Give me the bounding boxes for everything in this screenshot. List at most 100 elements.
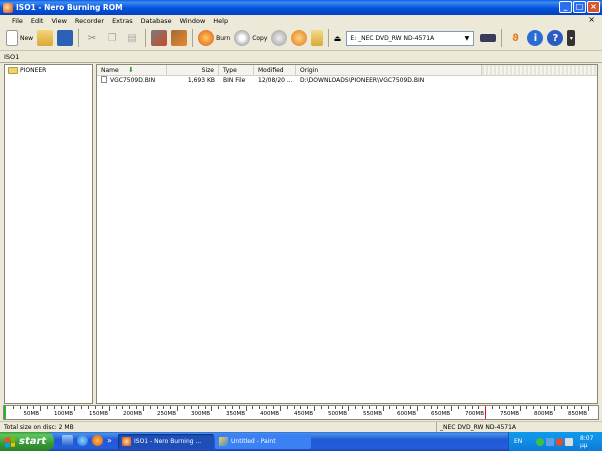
quick-launch-chevron[interactable]: » (107, 436, 112, 445)
nero-task-icon (122, 437, 131, 446)
drive-icon: ⏏ (333, 33, 342, 43)
menu-window[interactable]: Window (176, 17, 210, 25)
capacity-minor-tick (561, 406, 562, 409)
table-row[interactable]: VGC7509D.BIN 1,693 KB BIN File 12/08/20 … (97, 76, 597, 86)
nero-logo-icon: ϑ (512, 32, 519, 44)
cut-button[interactable]: ✂ (82, 28, 102, 48)
nero-wizard-button[interactable]: ϑ (505, 28, 525, 48)
recorder-dropdown[interactable]: E: _NEC DVD_RW ND-4571A ▼ (346, 30, 475, 46)
compilation-tab[interactable]: ISO1 (0, 52, 602, 63)
help-button[interactable]: ? (545, 28, 565, 48)
chevron-down-icon[interactable]: ▼ (461, 33, 472, 44)
capacity-minor-tick (431, 406, 432, 409)
column-header-size[interactable]: Size (167, 65, 219, 75)
column-header-type[interactable]: Type (219, 65, 254, 75)
eject-button[interactable] (289, 28, 309, 48)
menu-view[interactable]: View (47, 17, 70, 25)
column-header-name-label: Name (101, 67, 119, 74)
monitor-icon[interactable] (545, 437, 554, 446)
menu-edit[interactable]: Edit (27, 17, 48, 25)
document-close-button[interactable]: × (588, 15, 595, 24)
capacity-minor-tick (458, 406, 459, 409)
capacity-minor-tick (342, 406, 343, 409)
menu-extras[interactable]: Extras (108, 17, 137, 25)
capacity-tick-label: 700MB (464, 411, 484, 417)
capacity-tick (143, 406, 144, 411)
language-indicator[interactable]: EN (514, 438, 522, 445)
capacity-minor-tick (68, 406, 69, 409)
show-desktop-icon[interactable] (62, 435, 73, 446)
capacity-minor-tick (547, 406, 548, 409)
capacity-minor-tick (526, 406, 527, 409)
save-button[interactable] (55, 28, 75, 48)
menu-database[interactable]: Database (137, 17, 176, 25)
erase-button[interactable] (309, 28, 325, 48)
cut-icon: ✂ (87, 32, 97, 44)
taskbar-item-paint[interactable]: Untitled - Paint (215, 434, 311, 449)
internet-explorer-icon[interactable] (77, 435, 88, 446)
burn-icon (198, 30, 215, 46)
column-header-modified[interactable]: Modified (254, 65, 296, 75)
capacity-minor-tick (540, 406, 541, 409)
title-bar[interactable]: ISO1 - Nero Burning ROM _ □ × (0, 0, 602, 15)
recorder-options-button[interactable] (478, 28, 498, 48)
menu-file[interactable]: File (8, 17, 27, 25)
recorder-dropdown-value: E: _NEC DVD_RW ND-4571A (350, 34, 435, 42)
capacity-minor-tick (163, 406, 164, 409)
capacity-minor-tick (205, 406, 206, 409)
capacity-tick-label: 350MB (225, 411, 245, 417)
new-button[interactable]: New (4, 28, 35, 48)
capacity-minor-tick (239, 406, 240, 409)
minimize-button[interactable]: _ (559, 1, 572, 13)
menu-help[interactable]: Help (209, 17, 232, 25)
capacity-minor-tick (259, 406, 260, 409)
capacity-tick-label: 600MB (396, 411, 416, 417)
disc-info-button[interactable] (269, 28, 289, 48)
column-header-origin[interactable]: Origin (296, 65, 482, 75)
toolbar-overflow-button[interactable]: ▾ (565, 28, 577, 48)
media-player-icon[interactable] (92, 435, 103, 446)
copy-disc-button[interactable]: Copy (232, 28, 269, 48)
copy-button-label: Copy (252, 34, 268, 42)
capacity-tick-label: 300MB (190, 411, 210, 417)
capacity-minor-tick (424, 406, 425, 409)
file-list-header: Name ⬇ Size Type Modified Origin (97, 65, 597, 76)
burn-button[interactable]: Burn (196, 28, 232, 48)
volume-icon[interactable] (565, 437, 573, 446)
capacity-minor-tick (157, 406, 158, 409)
capacity-minor-tick (122, 406, 123, 409)
capacity-minor-tick (410, 406, 411, 409)
capacity-minor-tick (472, 406, 473, 409)
column-header-name[interactable]: Name ⬇ (97, 65, 167, 75)
security-icon[interactable] (555, 437, 564, 446)
paste-button[interactable]: ▤ (122, 28, 142, 48)
window-title: ISO1 - Nero Burning ROM (16, 3, 123, 12)
capacity-minor-tick (129, 406, 130, 409)
copy-clipboard-button[interactable]: ❐ (102, 28, 122, 48)
capacity-minor-tick (95, 406, 96, 409)
taskbar-item-nero[interactable]: ISO1 - Nero Burning ... (118, 434, 214, 449)
open-icon (37, 30, 54, 46)
delete-button[interactable] (169, 28, 189, 48)
menu-bar: File Edit View Recorder Extras Database … (0, 15, 602, 26)
select-all-button[interactable] (149, 28, 169, 48)
burn-button-label: Burn (216, 34, 231, 42)
network-icon[interactable] (536, 437, 544, 446)
close-button[interactable]: × (587, 1, 600, 13)
capacity-tick (348, 406, 349, 411)
about-button[interactable]: i (525, 28, 545, 48)
maximize-button[interactable]: □ (573, 1, 586, 13)
menu-recorder[interactable]: Recorder (71, 17, 108, 25)
tree-item-pioneer[interactable]: PIONEER (8, 67, 92, 74)
capacity-tick-label: 100MB (53, 411, 73, 417)
file-modified-cell: 12/08/20 ... (258, 77, 293, 84)
disc-capacity-bar[interactable]: 50MB 100MB 150MB 200MB 250MB 300MB 350MB 400MB 4… (3, 405, 599, 420)
new-document-icon (6, 30, 18, 46)
paint-task-icon (219, 437, 228, 446)
file-type-cell: BIN File (223, 77, 246, 84)
open-button[interactable] (35, 28, 55, 48)
capacity-tick (314, 406, 315, 411)
start-button[interactable]: start (0, 432, 54, 451)
toolbar-separator (145, 29, 147, 47)
capacity-minor-tick (136, 406, 137, 409)
